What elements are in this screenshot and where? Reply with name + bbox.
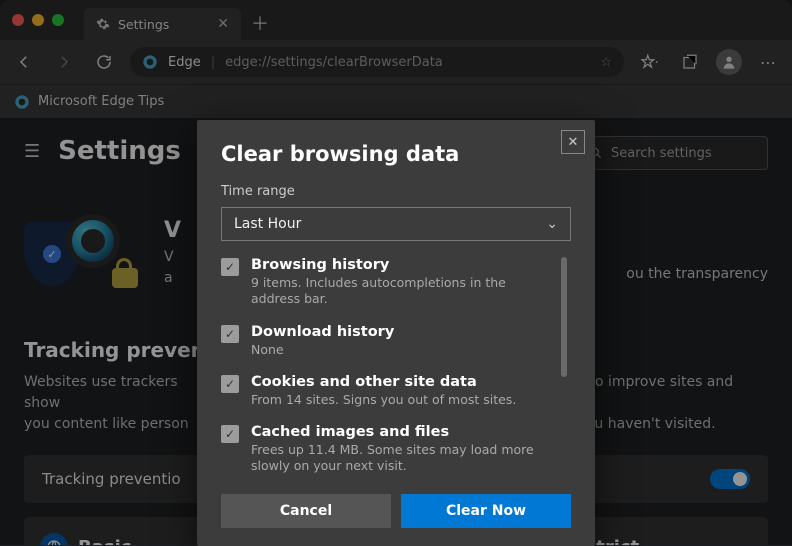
list-item: ✓ Browsing history 9 items. Includes aut… — [221, 257, 553, 308]
checkbox[interactable]: ✓ — [221, 258, 239, 276]
time-range-select[interactable]: Last Hour ⌄ — [221, 207, 571, 241]
item-subtitle: 9 items. Includes autocompletions in the… — [251, 275, 553, 308]
item-title: Cookies and other site data — [251, 374, 516, 390]
clear-now-button[interactable]: Clear Now — [401, 494, 571, 528]
checkbox[interactable]: ✓ — [221, 425, 239, 443]
chevron-down-icon: ⌄ — [546, 216, 558, 232]
select-value: Last Hour — [234, 216, 301, 232]
checkbox[interactable]: ✓ — [221, 325, 239, 343]
dialog-title: Clear browsing data — [221, 142, 571, 166]
dialog-close-button[interactable]: ✕ — [561, 130, 585, 154]
item-subtitle: From 14 sites. Signs you out of most sit… — [251, 392, 516, 408]
item-title: Cached images and files — [251, 424, 553, 440]
cancel-button[interactable]: Cancel — [221, 494, 391, 528]
item-subtitle: None — [251, 342, 394, 358]
time-range-label: Time range — [221, 184, 571, 199]
list-item: ✓ Cookies and other site data From 14 si… — [221, 374, 553, 408]
item-title: Browsing history — [251, 257, 553, 273]
list-item: ✓ Cached images and files Frees up 11.4 … — [221, 424, 553, 475]
item-subtitle: Frees up 11.4 MB. Some sites may load mo… — [251, 442, 553, 475]
item-title: Download history — [251, 324, 394, 340]
clear-browsing-data-dialog: ✕ Clear browsing data Time range Last Ho… — [197, 120, 595, 546]
checkbox[interactable]: ✓ — [221, 375, 239, 393]
list-item: ✓ Download history None — [221, 324, 553, 358]
scrollbar-thumb[interactable] — [561, 257, 567, 377]
data-type-list: ✓ Browsing history 9 items. Includes aut… — [221, 257, 571, 488]
